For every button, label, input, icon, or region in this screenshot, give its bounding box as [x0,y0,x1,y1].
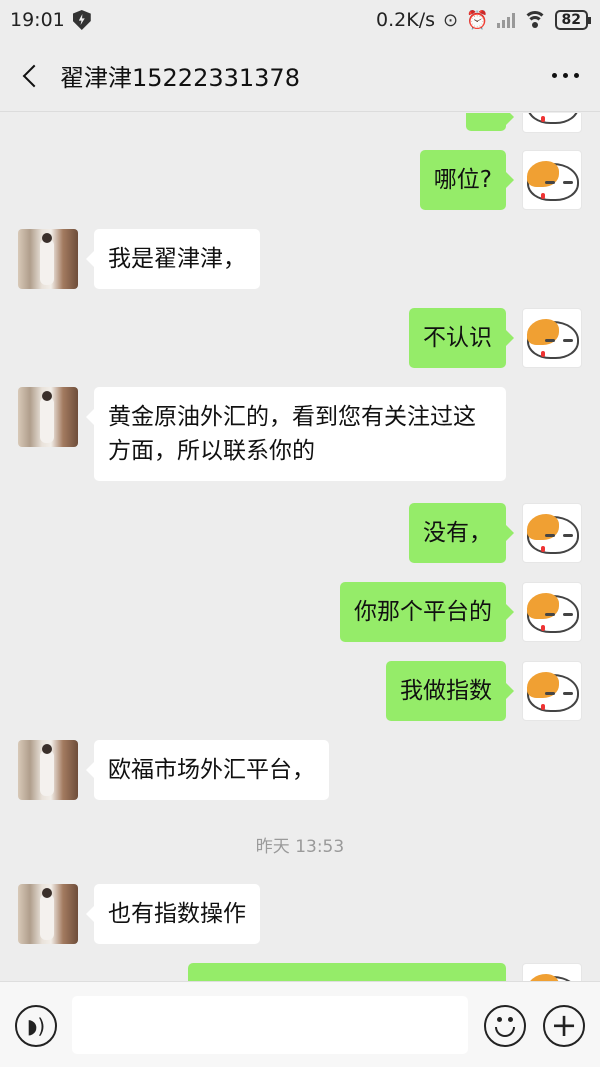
self-avatar[interactable] [522,150,582,210]
message-bubble-partial[interactable] [188,963,506,981]
message-bubble-received[interactable]: 黄金原油外汇的，看到您有关注过这方面，所以联系你的 [86,387,506,481]
message-bubble-received[interactable]: 我是翟津津， [86,229,260,289]
message-input[interactable] [72,996,468,1054]
chevron-left-icon [22,64,46,87]
voice-icon: ◗) [26,1014,46,1038]
alarm-icon: ⏰ [466,9,489,31]
contact-avatar[interactable] [18,229,78,289]
contact-avatar[interactable] [18,884,78,944]
status-time: 19:01 [10,9,65,31]
back-button[interactable] [0,40,60,112]
message-bubble-received[interactable]: 欧福市场外汇平台， [86,740,329,800]
plus-icon: + [550,1005,578,1044]
message-list[interactable]: 哪位? 我是翟津津， 不认识 黄金原油外汇的，看到您有关注过这方面，所以联系你的… [0,113,600,981]
status-bar: 19:01 0.2K/s ⊙ ⏰ 82 [0,0,600,40]
more-options-button[interactable] [530,40,600,112]
network-speed: 0.2K/s [376,9,435,31]
contact-avatar[interactable] [18,387,78,447]
chat-title: 翟津津15222331378 [60,64,300,92]
signal-icon [496,12,515,28]
message-bubble-received[interactable]: 也有指数操作 [86,884,260,944]
message-row-partial [0,113,600,133]
message-bubble-sent[interactable]: 你那个平台的 [340,582,514,642]
self-avatar[interactable] [522,308,582,368]
self-avatar[interactable] [522,113,582,133]
self-avatar[interactable] [522,582,582,642]
link-icon: ⊙ [443,9,459,31]
more-dots-icon [551,73,557,78]
self-avatar[interactable] [522,503,582,563]
voice-button[interactable]: ◗) [15,1005,57,1047]
wifi-icon [522,11,547,29]
contact-avatar[interactable] [18,740,78,800]
message-bubble-sent[interactable]: 不认识 [409,308,514,368]
message-bubble-partial[interactable] [466,113,514,131]
battery-icon: 82 [554,10,592,30]
message-bubble-sent[interactable]: 哪位? [419,150,515,210]
security-shield-icon [72,10,91,30]
chat-header: 翟津津15222331378 [0,40,600,112]
message-bubble-sent[interactable]: 没有， [409,503,514,563]
emoji-button[interactable] [484,1005,526,1047]
emoji-icon [486,1007,524,1045]
self-avatar[interactable] [522,661,582,721]
self-avatar[interactable] [522,963,582,981]
more-actions-button[interactable]: + [543,1005,585,1047]
input-bar: ◗) + [0,981,600,1067]
message-bubble-sent[interactable]: 我做指数 [386,661,514,721]
message-timestamp: 昨天 13:53 [255,837,345,857]
